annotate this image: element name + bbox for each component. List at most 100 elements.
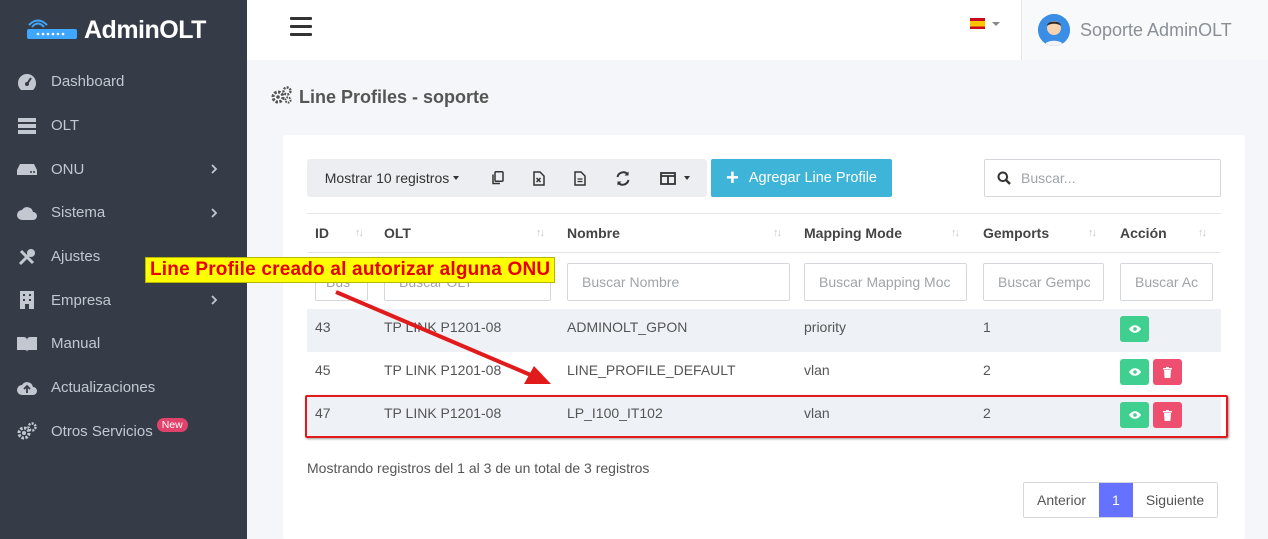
column-header-accion[interactable]: Acción [1120, 214, 1167, 252]
add-line-profile-button[interactable]: + Agregar Line Profile [711, 159, 892, 197]
cell-nombre: LINE_PROFILE_DEFAULT [567, 362, 736, 378]
language-caret-icon[interactable] [992, 22, 1000, 26]
sidebar-item-label: Manual [51, 335, 101, 353]
eye-icon [1128, 368, 1141, 376]
sidebar-item-label: Ajustes [51, 248, 101, 266]
avatar [1038, 14, 1070, 46]
brand[interactable]: AdminOLT [0, 0, 247, 60]
eye-icon [1128, 325, 1141, 333]
spain-flag-icon[interactable] [970, 18, 985, 29]
columns-dropdown[interactable] [645, 159, 705, 197]
csv-button[interactable] [559, 159, 601, 197]
cell-id: 43 [315, 319, 331, 335]
sort-icon[interactable]: ↑↓ [1198, 214, 1207, 252]
cloud-upload-icon [17, 378, 37, 398]
pagination-prev[interactable]: Anterior [1024, 483, 1100, 517]
router-icon [17, 159, 37, 179]
sort-icon[interactable]: ↑↓ [1088, 214, 1097, 252]
search-input[interactable] [1021, 170, 1201, 186]
building-icon [17, 290, 37, 310]
search-box[interactable] [984, 159, 1221, 197]
filter-nombre-input[interactable]: Buscar Nombre [567, 263, 790, 301]
sidebar-item-sistema[interactable]: Sistema [0, 191, 247, 235]
top-header: Soporte AdminOLT [247, 0, 1268, 60]
dashboard-icon [17, 72, 37, 92]
trash-icon [1163, 366, 1172, 378]
page-title-text: Line Profiles - soporte [299, 87, 490, 107]
column-header-id[interactable]: ID [315, 214, 329, 252]
cogs-icon [17, 421, 37, 441]
cogs-icon [271, 86, 293, 109]
caret-down-icon [453, 176, 460, 180]
filter-accion-input[interactable]: Buscar Ac [1120, 263, 1213, 301]
filter-mapping-input[interactable]: Buscar Mapping Moc [804, 263, 967, 301]
table-row: 43 TP LINK P1201-08 ADMINOLT_GPON priori… [307, 309, 1221, 352]
table-header: ID ↑↓ OLT ↑↓ Nombre ↑↓ Mapping Mode ↑↓ G… [307, 213, 1221, 253]
table-toolbar: Mostrar 10 registros [307, 159, 707, 197]
sort-icon[interactable]: ↑↓ [355, 214, 364, 252]
sort-icon[interactable]: ↑↓ [951, 214, 960, 252]
delete-button[interactable] [1153, 359, 1182, 385]
column-header-gemports[interactable]: Gemports [983, 214, 1049, 252]
line-profiles-table: ID ↑↓ OLT ↑↓ Nombre ↑↓ Mapping Mode ↑↓ G… [307, 213, 1221, 438]
filter-gemports-input[interactable]: Buscar Gempc [983, 263, 1104, 301]
copy-button[interactable] [477, 159, 519, 197]
pagination-next[interactable]: Siguiente [1132, 483, 1218, 517]
sidebar-item-label: Empresa [51, 291, 112, 309]
sidebar-item-label: OLT [51, 117, 80, 135]
chevron-right-icon [211, 164, 218, 174]
cell-gemports: 2 [983, 362, 991, 378]
cell-olt: TP LINK P1201-08 [384, 362, 502, 378]
sidebar-item-manual[interactable]: Manual [0, 322, 247, 366]
sidebar-item-label: Dashboard [51, 73, 125, 91]
server-icon [17, 116, 37, 136]
user-menu[interactable]: Soporte AdminOLT [1021, 0, 1268, 60]
chevron-right-icon [211, 295, 218, 305]
show-records-dropdown[interactable]: Mostrar 10 registros [307, 159, 477, 197]
view-button[interactable] [1120, 316, 1149, 342]
sidebar-item-label: Actualizaciones [51, 379, 156, 397]
sidebar-item-dashboard[interactable]: Dashboard [0, 60, 247, 104]
sort-icon[interactable]: ↑↓ [773, 214, 782, 252]
new-badge: New [156, 418, 188, 433]
column-header-mapping-mode[interactable]: Mapping Mode [804, 214, 902, 252]
chevron-right-icon [211, 208, 218, 218]
cell-mapping: priority [804, 319, 847, 335]
excel-file-icon [533, 170, 545, 186]
csv-file-icon [574, 170, 586, 186]
copy-icon [492, 171, 504, 185]
sidebar-item-otros-servicios[interactable]: Otros Servicios New [0, 410, 247, 454]
cloud-icon [17, 203, 37, 223]
book-icon [17, 334, 37, 354]
user-name: Soporte AdminOLT [1080, 19, 1232, 40]
sidebar-item-olt[interactable]: OLT [0, 104, 247, 148]
tools-icon [17, 247, 37, 267]
column-header-olt[interactable]: OLT [384, 214, 411, 252]
sidebar-item-actualizaciones[interactable]: Actualizaciones [0, 366, 247, 410]
cell-olt: TP LINK P1201-08 [384, 319, 502, 335]
page-title: Line Profiles - soporte [271, 86, 489, 109]
sidebar-item-label: Otros Servicios [51, 422, 153, 440]
pagination: Anterior 1 Siguiente [1023, 482, 1219, 518]
add-button-label: Agregar Line Profile [748, 170, 878, 186]
caret-down-icon [684, 176, 690, 180]
sidebar-item-label: ONU [51, 160, 85, 178]
plus-icon: + [725, 165, 739, 190]
view-button[interactable] [1120, 359, 1149, 385]
cell-gemports: 1 [983, 319, 991, 335]
menu-toggle-icon[interactable] [290, 17, 312, 37]
table-info: Mostrando registros del 1 al 3 de un tot… [307, 460, 650, 476]
column-header-nombre[interactable]: Nombre [567, 214, 620, 252]
columns-icon [660, 171, 676, 185]
sidebar-item-empresa[interactable]: Empresa [0, 278, 247, 322]
pagination-page[interactable]: 1 [1099, 483, 1133, 517]
sidebar-item-label: Sistema [51, 204, 106, 222]
brand-name: AdminOLT [84, 15, 206, 44]
cell-nombre: ADMINOLT_GPON [567, 319, 688, 335]
sort-icon[interactable]: ↑↓ [536, 214, 545, 252]
highlight-box [305, 395, 1228, 438]
sidebar-item-onu[interactable]: ONU [0, 147, 247, 191]
excel-button[interactable] [519, 159, 559, 197]
cell-id: 45 [315, 362, 331, 378]
reload-button[interactable] [601, 159, 645, 197]
